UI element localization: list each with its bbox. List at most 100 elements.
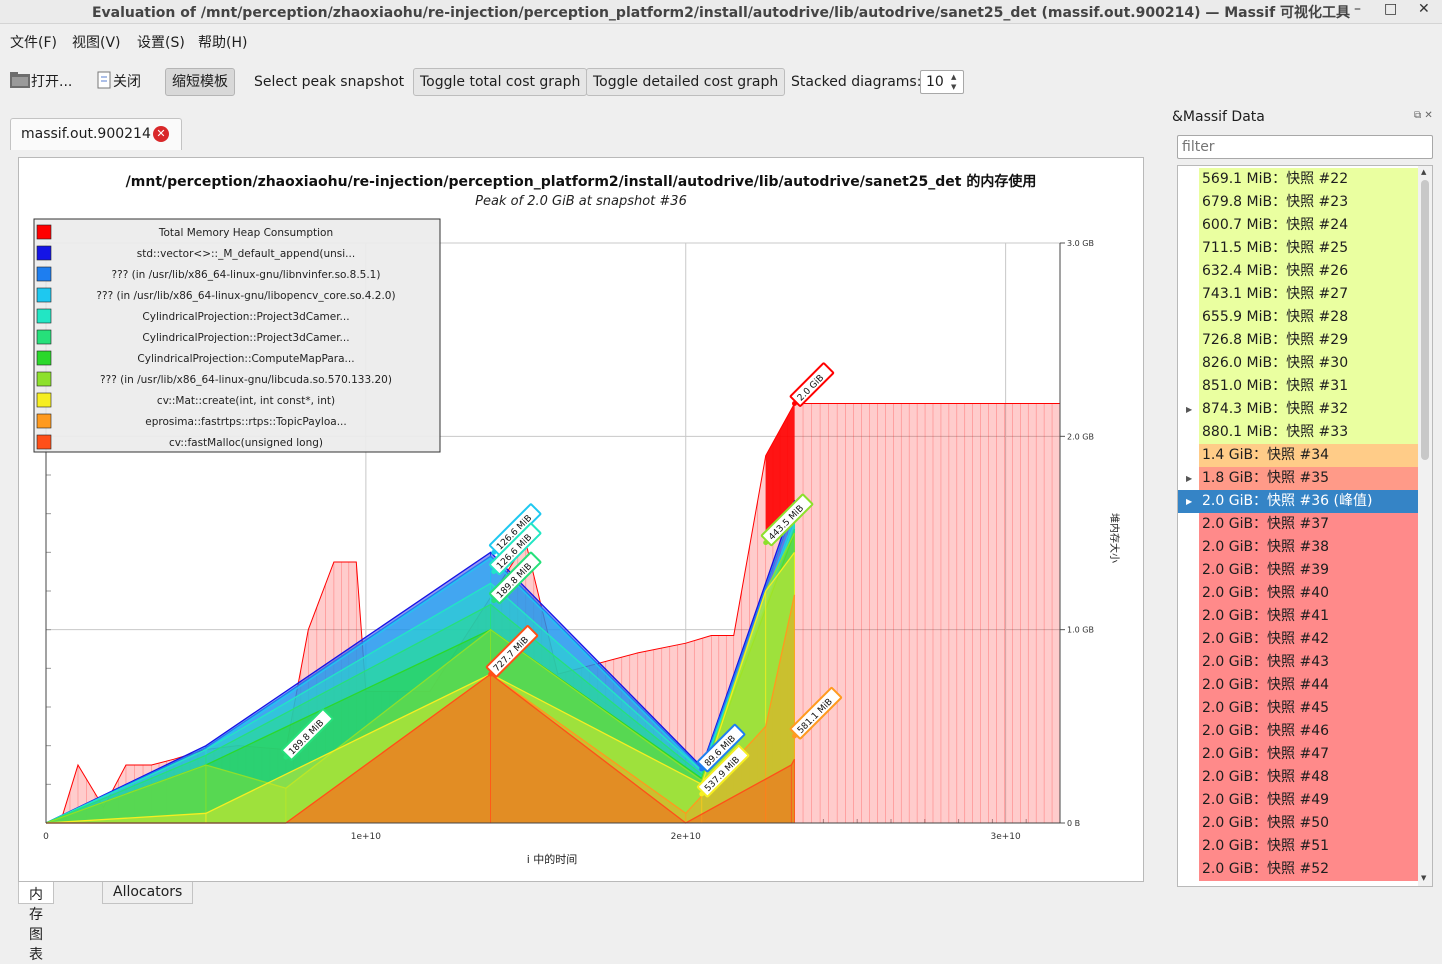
- snapshot-row[interactable]: 2.0 GiB：快照 #41: [1199, 605, 1418, 628]
- snapshot-label: 2.0 GiB：快照 #52: [1202, 861, 1330, 877]
- snapshot-row[interactable]: 600.7 MiB：快照 #24: [1199, 214, 1418, 237]
- snapshot-label: 880.1 MiB：快照 #33: [1202, 424, 1349, 440]
- snapshot-row[interactable]: 2.0 GiB：快照 #46: [1199, 720, 1418, 743]
- scrollbar-thumb[interactable]: [1421, 180, 1429, 460]
- legend-swatch: [36, 350, 52, 366]
- snapshot-row[interactable]: 655.9 MiB：快照 #28: [1199, 306, 1418, 329]
- chart-pane: massif.out.900214 ✕ 0 1e+10 2e+10 3e+10 0 B 1…: [0, 104, 1160, 963]
- snapshot-row[interactable]: 2.0 GiB：快照 #49: [1199, 789, 1418, 812]
- filter-input[interactable]: [1182, 139, 1428, 155]
- snapshot-row[interactable]: 2.0 GiB：快照 #47: [1199, 743, 1418, 766]
- menu-help[interactable]: 帮助(H): [198, 32, 247, 52]
- snapshot-row[interactable]: 1.4 GiB：快照 #34: [1199, 444, 1418, 467]
- legend-entry: eprosima::fastrtps::rtps::TopicPayloa...: [145, 416, 346, 428]
- legend-entry: std::vector<>::_M_default_append(unsi...: [137, 248, 355, 260]
- file-tab-label: massif.out.900214: [21, 126, 151, 142]
- spin-down-icon[interactable]: ▼: [951, 83, 961, 91]
- snapshot-row[interactable]: 880.1 MiB：快照 #33: [1199, 421, 1418, 444]
- y-tick-label: 2.0 GB: [1067, 432, 1094, 441]
- snapshot-label: 874.3 MiB：快照 #32: [1202, 401, 1349, 417]
- snapshot-row[interactable]: 2.0 GiB：快照 #50: [1199, 812, 1418, 835]
- panel-float-close-icons[interactable]: ⧉ ✕: [1414, 110, 1433, 121]
- snapshot-row[interactable]: ▶ 1.8 GiB：快照 #35: [1186, 467, 1418, 490]
- file-tab[interactable]: massif.out.900214 ✕: [10, 118, 182, 150]
- snapshot-row[interactable]: 632.4 MiB：快照 #26: [1199, 260, 1418, 283]
- list-scrollbar[interactable]: ▲ ▼: [1418, 166, 1432, 886]
- legend-entry: cv::fastMalloc(unsigned long): [169, 437, 323, 449]
- snapshot-label: 1.8 GiB：快照 #35: [1202, 470, 1330, 486]
- snapshot-label: 2.0 GiB：快照 #37: [1202, 516, 1330, 532]
- snapshot-row[interactable]: 2.0 GiB：快照 #45: [1199, 697, 1418, 720]
- x-tick-label: 3e+10: [990, 832, 1021, 842]
- scroll-up-icon[interactable]: ▲: [1421, 168, 1426, 176]
- snapshot-label: 679.8 MiB：快照 #23: [1202, 194, 1349, 210]
- y-tick-label: 1.0 GB: [1067, 626, 1094, 635]
- snapshot-row[interactable]: 851.0 MiB：快照 #31: [1199, 375, 1418, 398]
- expand-arrow-icon[interactable]: ▶: [1186, 467, 1192, 490]
- chart-frame: 0 1e+10 2e+10 3e+10 0 B 1.0 GB 2.0 GB 3.0 GB 2.0…: [18, 157, 1144, 882]
- expand-arrow-icon[interactable]: ▶: [1186, 490, 1192, 513]
- x-tick-label: 0: [43, 832, 49, 842]
- legend-swatch: [36, 266, 52, 282]
- legend-swatch: [36, 329, 52, 345]
- filter-field[interactable]: [1177, 135, 1433, 159]
- menu-file[interactable]: 文件(F): [10, 32, 57, 52]
- snapshot-row[interactable]: ▶ 874.3 MiB：快照 #32: [1186, 398, 1418, 421]
- value-annotation: 2.0 GiB: [789, 362, 835, 407]
- toggle-detailed-button[interactable]: Toggle detailed cost graph: [586, 68, 786, 96]
- snapshot-row[interactable]: 2.0 GiB：快照 #51: [1199, 835, 1418, 858]
- chart-legend: Total Memory Heap Consumptionstd::vector…: [33, 218, 441, 453]
- stacked-diagrams-value: 10: [926, 74, 944, 90]
- select-peak-button[interactable]: Select peak snapshot: [247, 68, 411, 96]
- snapshot-row[interactable]: 711.5 MiB：快照 #25: [1199, 237, 1418, 260]
- shorten-templates-button[interactable]: 缩短模板: [165, 68, 235, 96]
- menu-view[interactable]: 视图(V): [72, 32, 121, 52]
- stacked-diagrams-spinbox[interactable]: 10 ▲ ▼: [920, 70, 964, 94]
- close-button[interactable]: 关闭: [88, 68, 148, 96]
- snapshot-row[interactable]: 2.0 GiB：快照 #40: [1199, 582, 1418, 605]
- snapshot-row[interactable]: 2.0 GiB：快照 #38: [1199, 536, 1418, 559]
- legend-entry: ??? (in /usr/lib/x86_64-linux-gnu/libnvi…: [112, 269, 381, 281]
- snapshot-label: 2.0 GiB：快照 #40: [1202, 585, 1330, 601]
- folder-icon: [10, 72, 30, 88]
- snapshot-label: 569.1 MiB：快照 #22: [1202, 171, 1349, 187]
- snapshot-row[interactable]: ▶ 2.0 GiB：快照 #36 (峰值): [1178, 490, 1418, 513]
- open-label: 打开...: [31, 74, 73, 90]
- massif-data-panel: &Massif Data ⧉ ✕ 569.1 MiB：快照 #22 679.8 M…: [1168, 104, 1442, 901]
- snapshot-row[interactable]: 726.8 MiB：快照 #29: [1199, 329, 1418, 352]
- snapshot-row[interactable]: 826.0 MiB：快照 #30: [1199, 352, 1418, 375]
- menu-settings[interactable]: 设置(S): [137, 32, 185, 52]
- panel-title: &Massif Data: [1172, 109, 1265, 125]
- snapshot-row[interactable]: 2.0 GiB：快照 #52: [1199, 858, 1418, 881]
- title-bar: Evaluation of /mnt/perception/zhaoxiaohu…: [0, 0, 1442, 24]
- snapshot-row[interactable]: 2.0 GiB：快照 #37: [1199, 513, 1418, 536]
- snapshot-label: 1.4 GiB：快照 #34: [1202, 447, 1330, 463]
- y-tick-label: 3.0 GB: [1067, 239, 1094, 248]
- snapshot-label: 2.0 GiB：快照 #48: [1202, 769, 1330, 785]
- snapshot-row[interactable]: 2.0 GiB：快照 #43: [1199, 651, 1418, 674]
- snapshot-row[interactable]: 2.0 GiB：快照 #44: [1199, 674, 1418, 697]
- tab-close-icon[interactable]: ✕: [153, 126, 169, 142]
- snapshot-row[interactable]: 743.1 MiB：快照 #27: [1199, 283, 1418, 306]
- snapshot-row[interactable]: 569.1 MiB：快照 #22: [1199, 168, 1418, 191]
- legend-entry: Total Memory Heap Consumption: [158, 227, 333, 239]
- maximize-button[interactable]: □: [1384, 1, 1397, 17]
- close-window-button[interactable]: ✕: [1418, 1, 1430, 17]
- scroll-down-icon[interactable]: ▼: [1421, 874, 1426, 882]
- open-button[interactable]: 打开...: [2, 68, 79, 96]
- snapshot-row[interactable]: 2.0 GiB：快照 #39: [1199, 559, 1418, 582]
- snapshot-row[interactable]: 2.0 GiB：快照 #42: [1199, 628, 1418, 651]
- toggle-total-button[interactable]: Toggle total cost graph: [413, 68, 588, 96]
- document-icon: [97, 71, 111, 89]
- snapshot-row[interactable]: 679.8 MiB：快照 #23: [1199, 191, 1418, 214]
- snapshot-label: 826.0 MiB：快照 #30: [1202, 355, 1349, 371]
- memory-chart[interactable]: 0 1e+10 2e+10 3e+10 0 B 1.0 GB 2.0 GB 3.0 GB 2.0…: [19, 158, 1143, 881]
- spin-up-icon[interactable]: ▲: [951, 73, 961, 81]
- snapshot-row[interactable]: 2.0 GiB：快照 #48: [1199, 766, 1418, 789]
- legend-entry: CylindricalProjection::Project3dCamer...: [142, 332, 349, 344]
- legend-entry: CylindricalProjection::Project3dCamer...: [142, 311, 349, 323]
- expand-arrow-icon[interactable]: ▶: [1186, 398, 1192, 421]
- snapshot-label: 2.0 GiB：快照 #50: [1202, 815, 1330, 831]
- minimize-button[interactable]: –: [1354, 1, 1361, 17]
- window-title: Evaluation of /mnt/perception/zhaoxiaohu…: [91, 5, 1351, 21]
